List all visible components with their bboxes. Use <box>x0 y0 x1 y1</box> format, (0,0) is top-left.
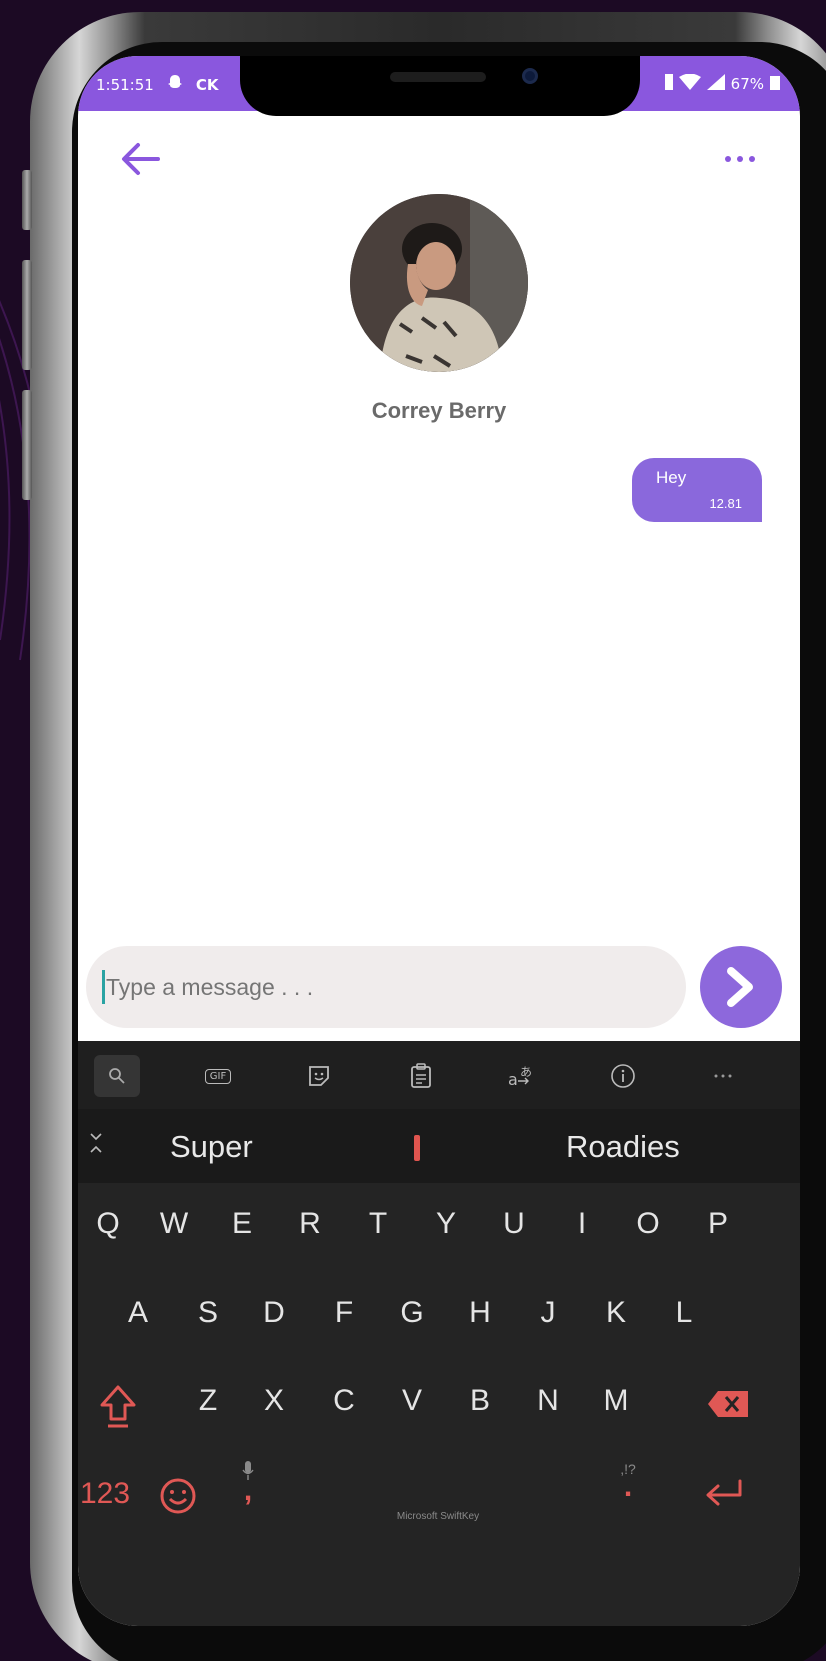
carrier-label: CK <box>195 76 219 94</box>
keyboard: GIF aあ Super Roadies Q W E R T Y U I O P… <box>78 1041 800 1626</box>
key-b[interactable]: B <box>450 1384 510 1418</box>
period-label: . <box>623 1470 633 1503</box>
status-right: 67% <box>664 73 780 94</box>
key-o[interactable]: O <box>618 1207 678 1241</box>
shift-key[interactable] <box>88 1383 148 1437</box>
key-p[interactable]: P <box>688 1207 748 1241</box>
side-button <box>22 170 32 230</box>
sticker-icon[interactable] <box>296 1055 342 1097</box>
comma-key[interactable]: , <box>218 1461 278 1507</box>
key-r[interactable]: R <box>280 1207 340 1241</box>
suggestion-center-marker[interactable] <box>414 1135 420 1161</box>
keyboard-brand: Microsoft SwiftKey <box>396 1511 480 1522</box>
contact-photo <box>350 194 528 372</box>
key-t[interactable]: T <box>348 1207 408 1241</box>
more-options-button[interactable] <box>718 149 762 169</box>
key-i[interactable]: I <box>552 1207 612 1241</box>
spacebar[interactable] <box>308 1461 608 1541</box>
volume-up-button <box>22 260 32 370</box>
contact-name: Correy Berry <box>371 398 507 423</box>
emoji-icon <box>160 1478 196 1514</box>
key-z[interactable]: Z <box>178 1384 238 1418</box>
chat-header <box>78 111 800 191</box>
more-horizontal-icon <box>725 156 731 162</box>
more-dot <box>749 156 755 162</box>
search-icon[interactable] <box>94 1055 140 1097</box>
message-composer <box>86 946 686 1028</box>
phone-screen: 1:51:51 CK 67% Correy Berry Hey 12.81 Ty… <box>78 56 800 1626</box>
message-bubble-outgoing[interactable]: Hey 12.81 <box>632 458 762 522</box>
key-l[interactable]: L <box>654 1296 714 1330</box>
enter-key[interactable] <box>694 1477 754 1521</box>
key-y[interactable]: Y <box>416 1207 476 1241</box>
clipboard-icon[interactable] <box>398 1055 444 1097</box>
key-a[interactable]: A <box>108 1296 168 1330</box>
enter-icon <box>706 1479 742 1506</box>
snapchat-icon <box>166 74 184 96</box>
svg-text:あ: あ <box>520 1065 532 1079</box>
comma-label: , <box>243 1474 253 1507</box>
translate-icon[interactable]: aあ <box>498 1055 544 1097</box>
collapse-suggestions-icon[interactable] <box>88 1131 104 1157</box>
key-g[interactable]: G <box>382 1296 442 1330</box>
key-e[interactable]: E <box>212 1207 272 1241</box>
key-h[interactable]: H <box>450 1296 510 1330</box>
avatar[interactable] <box>350 194 528 372</box>
suggestion-left[interactable]: Super <box>170 1129 253 1165</box>
key-v[interactable]: V <box>382 1384 442 1418</box>
speaker-grille <box>390 72 486 82</box>
suggestion-bar: Super Roadies <box>78 1109 800 1183</box>
battery-icon <box>770 74 780 94</box>
signal-icon <box>706 74 725 94</box>
message-text: Hey <box>656 468 687 487</box>
period-key[interactable]: ,!? . <box>598 1461 658 1503</box>
key-x[interactable]: X <box>244 1384 304 1418</box>
key-j[interactable]: J <box>518 1296 578 1330</box>
key-f[interactable]: F <box>314 1296 374 1330</box>
status-left: 1:51:51 CK <box>96 74 218 96</box>
battery-percent: 67% <box>730 75 764 93</box>
arrow-left-icon <box>122 143 160 175</box>
key-w[interactable]: W <box>144 1207 204 1241</box>
status-time: 1:51:51 <box>96 76 154 94</box>
chevron-right-icon <box>727 967 753 1007</box>
backspace-icon <box>708 1391 748 1417</box>
svg-text:a: a <box>508 1070 518 1089</box>
gif-icon[interactable]: GIF <box>195 1055 241 1097</box>
message-time: 12.81 <box>709 496 742 511</box>
info-icon[interactable] <box>600 1055 646 1097</box>
key-c[interactable]: C <box>314 1384 374 1418</box>
sim-icon <box>664 74 673 94</box>
wifi-icon <box>678 73 701 94</box>
front-camera <box>522 68 538 84</box>
send-button[interactable] <box>700 946 782 1028</box>
key-d[interactable]: D <box>244 1296 304 1330</box>
more-icon[interactable] <box>700 1055 746 1097</box>
volume-down-button <box>22 390 32 500</box>
key-k[interactable]: K <box>586 1296 646 1330</box>
key-u[interactable]: U <box>484 1207 544 1241</box>
text-cursor <box>102 970 105 1004</box>
key-q[interactable]: Q <box>78 1207 138 1241</box>
gif-label: GIF <box>204 1068 232 1084</box>
numbers-key[interactable]: 123 <box>78 1477 140 1511</box>
keyboard-toolbar: GIF aあ <box>78 1041 800 1109</box>
emoji-key[interactable] <box>148 1477 208 1523</box>
more-dot <box>737 156 743 162</box>
shift-arrow-icon <box>100 1385 136 1428</box>
back-button[interactable] <box>118 139 162 179</box>
camera-notch <box>240 56 640 116</box>
key-s[interactable]: S <box>178 1296 238 1330</box>
backspace-key[interactable] <box>698 1389 758 1427</box>
suggestion-right[interactable]: Roadies <box>566 1129 680 1165</box>
message-input[interactable] <box>102 946 662 1028</box>
key-m[interactable]: M <box>586 1384 646 1418</box>
key-n[interactable]: N <box>518 1384 578 1418</box>
